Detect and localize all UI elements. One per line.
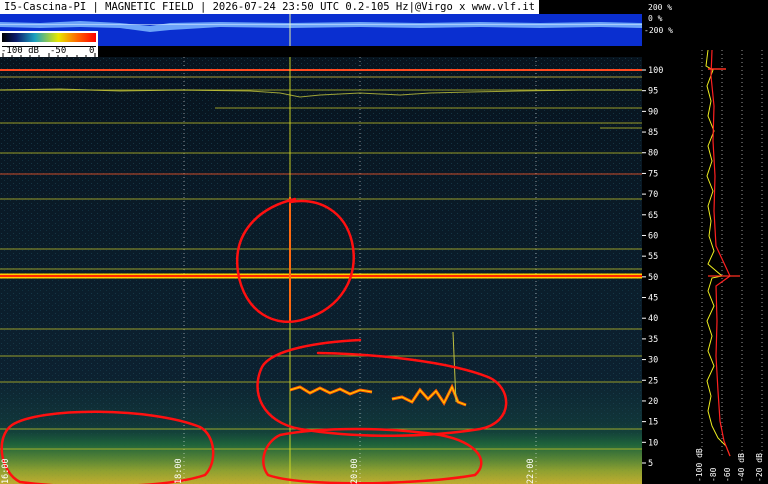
freq-tick-label: 95 <box>648 87 658 97</box>
time-tick-20: 20:00 <box>350 458 360 484</box>
freq-tick-label: 20 <box>648 397 658 407</box>
amp-label-max: 200 % <box>648 3 673 12</box>
average-spectrum-plot: -100 dB -80 -60 -40 dB -20 dB <box>695 49 764 482</box>
freq-tick-label: 10 <box>648 438 658 448</box>
spectrum-tick-60: -60 <box>723 467 732 482</box>
freq-tick-label: 15 <box>648 418 658 428</box>
freq-tick-label: 65 <box>648 211 658 221</box>
legend-labels: -100 dB -50 0 <box>0 46 98 57</box>
freq-tick-label: 50 <box>648 273 658 283</box>
spectrum-tick-20: -20 dB <box>755 453 764 482</box>
freq-tick-label: 85 <box>648 128 658 138</box>
average-spectrum-panel: -100 dB -80 -60 -40 dB -20 dB <box>678 46 768 484</box>
spectrum-tick-40: -40 dB <box>737 453 746 482</box>
spectrum-tick-100: -100 dB <box>695 448 704 482</box>
legend-max-label: 0 <box>89 46 95 56</box>
spectrogram: 16:00 18:00 20:00 22:00 <box>0 57 642 484</box>
amp-label-zero: 0 % <box>648 14 663 23</box>
time-tick-22: 22:00 <box>526 458 536 484</box>
freq-tick-label: 40 <box>648 314 658 324</box>
freq-tick-label: 35 <box>648 335 658 345</box>
freq-tick-label: 45 <box>648 294 658 304</box>
color-scale-legend: -100 dB -50 0 <box>0 31 98 57</box>
freq-tick-label: 75 <box>648 169 658 179</box>
amp-label-min: -200 % <box>644 26 673 35</box>
freq-tick-label: 25 <box>648 376 658 386</box>
freq-tick-label: 80 <box>648 149 658 159</box>
freq-tick-label: 30 <box>648 356 658 366</box>
freq-tick-label: 90 <box>648 107 658 117</box>
frequency-axis-canvas: 100 95 90 85 80 75 70 65 60 55 50 45 40 35 30 25 20 15 10 5 <box>642 66 663 469</box>
frequency-axis: 100 95 90 85 80 75 70 65 60 55 50 45 40 35 30 25 20 15 10 5 <box>642 46 678 484</box>
freq-tick-label: 100 <box>648 66 663 76</box>
spectrum-tick-80: -80 <box>709 467 718 482</box>
vlf-monitor-window: I5-Cascina-PI | MAGNETIC FIELD | 2026-07… <box>0 0 768 484</box>
time-tick-16: 16:00 <box>1 458 11 484</box>
page-title: I5-Cascina-PI | MAGNETIC FIELD | 2026-07… <box>0 0 540 14</box>
legend-min-label: -100 dB <box>1 46 39 56</box>
freq-tick-label: 60 <box>648 231 658 241</box>
color-gradient-bar <box>2 33 96 42</box>
amplitude-scale: 200 % 0 % -200 % <box>644 0 684 46</box>
freq-tick-label: 70 <box>648 190 658 200</box>
freq-tick-label: 55 <box>648 252 658 262</box>
spectrogram-canvas: 16:00 18:00 20:00 22:00 <box>0 57 642 484</box>
time-tick-18: 18:00 <box>174 458 184 484</box>
freq-tick-label: 5 <box>648 459 653 469</box>
legend-mid-label: -50 <box>50 46 67 56</box>
